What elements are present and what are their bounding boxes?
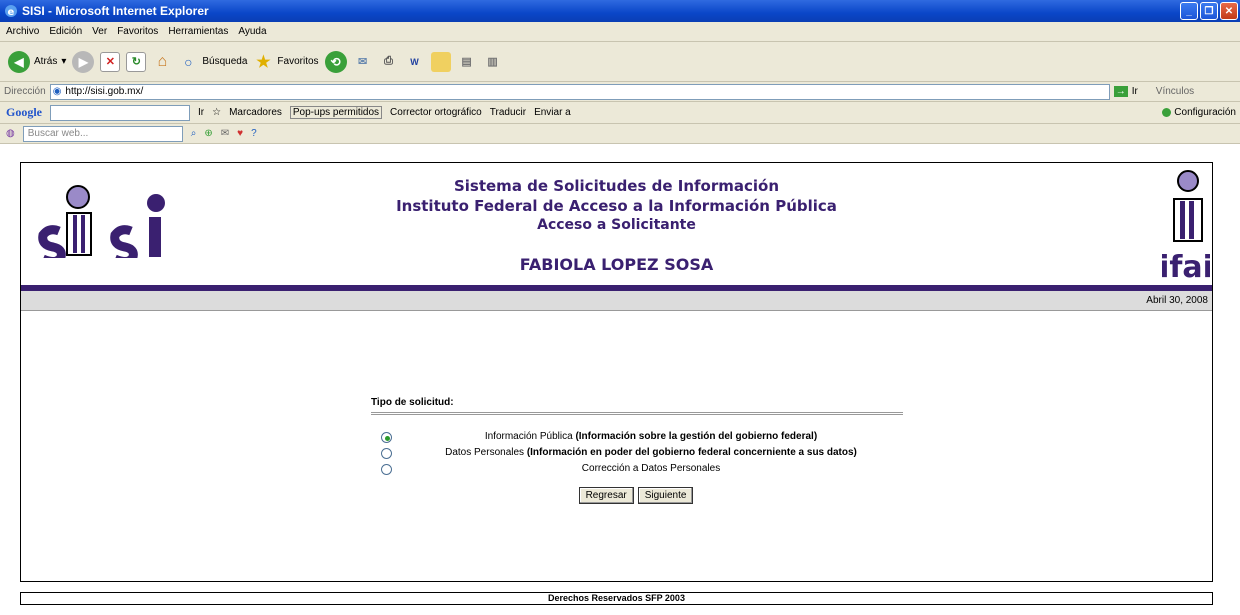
home-icon[interactable]: ⌂ <box>152 52 172 72</box>
radio-public-info[interactable] <box>381 432 392 443</box>
go-button[interactable]: Ir <box>1132 86 1138 97</box>
status-dot-icon <box>1162 108 1172 117</box>
search-toolbar: ◍ Buscar web... ⌕ ⊕ ✉ ♥ ? <box>0 124 1240 144</box>
option-text: Corrección a Datos Personales <box>581 463 721 474</box>
radio-personal-data[interactable] <box>381 448 392 459</box>
toolbar-logo-icon: ◍ <box>6 128 15 139</box>
option-detail: (Información sobre la gestión del gobier… <box>575 431 818 442</box>
go-arrow-icon[interactable]: → <box>1113 86 1128 97</box>
google-toolbar: Google Ir ☆ Marcadores Pop-ups permitido… <box>0 102 1240 124</box>
ifai-logo-text: ifai <box>1162 250 1210 281</box>
back-form-button[interactable]: Regresar <box>578 487 634 504</box>
menu-ver[interactable]: Ver <box>92 26 107 37</box>
send-button[interactable]: Enviar a <box>534 107 571 118</box>
translate-button[interactable]: Traducir <box>490 107 526 118</box>
form-title: Tipo de solicitud: <box>371 397 454 408</box>
option-label: Datos Personales (Información en poder d… <box>401 447 901 458</box>
option-personal-data[interactable]: Datos Personales (Información en poder d… <box>371 445 911 461</box>
config-label: Configuración <box>1174 107 1236 118</box>
maximize-button[interactable]: ❐ <box>1200 2 1218 20</box>
date-bar: Abril 30, 2008 <box>21 291 1212 311</box>
address-url: http://sisi.gob.mx/ <box>65 86 144 97</box>
back-arrow-icon: ◀ <box>8 50 30 73</box>
minimize-button[interactable]: _ <box>1180 2 1198 20</box>
spellcheck-button[interactable]: Corrector ortográfico <box>390 107 482 118</box>
header-title-1: Sistema de Solicitudes de Información <box>453 177 780 195</box>
request-type-form: Tipo de solicitud: Información Pública (… <box>371 397 911 504</box>
history-icon[interactable]: ⟲ <box>324 50 347 73</box>
google-search-input[interactable] <box>50 104 190 121</box>
research-icon[interactable]: ▥ <box>483 52 503 72</box>
star-icon: ★ <box>256 53 271 71</box>
main-frame: sisi Sistema de Solicitudes de Informaci… <box>20 162 1213 582</box>
window-titlebar: e SISI - Microsoft Internet Explorer _ ❐… <box>0 0 1240 22</box>
menu-bar: Archivo Edición Ver Favoritos Herramient… <box>0 22 1240 42</box>
mail-toolbar-icon[interactable]: ✉ <box>221 128 229 139</box>
back-button[interactable]: ◀ Atrás ▾ <box>8 50 66 73</box>
links-button[interactable]: Vínculos <box>1156 86 1194 97</box>
standard-toolbar: ◀ Atrás ▾ ▶ ✕ ↻ ⌂ ○ Búsqueda ★ Favoritos… <box>0 42 1240 82</box>
ie-icon: e <box>5 5 17 18</box>
window-title: SISI - Microsoft Internet Explorer <box>22 4 209 18</box>
heart-icon[interactable]: ♥ <box>237 128 243 139</box>
search-label: Búsqueda <box>202 56 248 67</box>
menu-herramientas[interactable]: Herramientas <box>168 26 228 37</box>
next-button[interactable]: Siguiente <box>637 487 694 504</box>
search-button[interactable]: ○ Búsqueda <box>178 52 247 72</box>
page-icon: ◉ <box>52 86 62 97</box>
mail-icon[interactable]: ✉ <box>353 52 373 72</box>
user-name: FABIOLA LOPEZ SOSA <box>519 255 714 274</box>
site-header: sisi Sistema de Solicitudes de Informaci… <box>21 163 1212 285</box>
config-button[interactable]: Configuración <box>1162 107 1240 118</box>
option-data-correction[interactable]: Corrección a Datos Personales <box>371 461 911 477</box>
footer-text: Derechos Reservados SFP 2003 <box>548 593 685 603</box>
menu-ayuda[interactable]: Ayuda <box>238 26 266 37</box>
search-go-icon[interactable]: ⌕ <box>191 128 197 139</box>
answers-icon[interactable]: ? <box>251 128 257 139</box>
svg-text:e: e <box>8 7 15 18</box>
favorites-label: Favoritos <box>277 56 319 67</box>
option-detail: (Información en poder del gobierno feder… <box>526 447 857 458</box>
edit-icon[interactable]: W <box>405 52 425 72</box>
bookmarks-button[interactable]: Marcadores <box>229 107 282 118</box>
header-title-3: Acceso a Solicitante <box>537 217 696 233</box>
menu-archivo[interactable]: Archivo <box>6 26 39 37</box>
address-label: Dirección <box>4 86 46 97</box>
radio-data-correction[interactable] <box>381 464 392 475</box>
web-search-input[interactable]: Buscar web... <box>22 125 183 142</box>
bookmarks-icon: ☆ <box>212 107 222 118</box>
refresh-icon[interactable]: ↻ <box>126 51 147 72</box>
footer: Derechos Reservados SFP 2003 <box>20 592 1213 605</box>
favorites-button[interactable]: ★ Favoritos <box>253 52 318 72</box>
popups-button[interactable]: Pop-ups permitidos <box>289 106 383 119</box>
header-title-2: Instituto Federal de Acceso a la Informa… <box>396 197 837 215</box>
option-label: Corrección a Datos Personales <box>401 463 901 474</box>
menu-edicion[interactable]: Edición <box>49 26 82 37</box>
address-input[interactable]: ◉ http://sisi.gob.mx/ <box>49 83 1110 100</box>
option-text: Datos Personales <box>445 447 527 458</box>
option-public-info[interactable]: Información Pública (Información sobre l… <box>371 429 911 445</box>
option-label: Información Pública (Información sobre l… <box>401 431 901 442</box>
google-logo: Google <box>6 105 42 119</box>
print-icon[interactable]: ⎙ <box>379 52 399 72</box>
web-search-placeholder: Buscar web... <box>27 127 89 139</box>
folder-icon[interactable] <box>430 51 451 72</box>
plus-icon[interactable]: ⊕ <box>204 128 212 139</box>
page-content: sisi Sistema de Solicitudes de Informaci… <box>0 146 1240 615</box>
close-button[interactable]: ✕ <box>1220 2 1238 20</box>
google-go-button[interactable]: Ir <box>198 107 204 118</box>
media-icon[interactable]: ▤ <box>457 52 477 72</box>
menu-favoritos[interactable]: Favoritos <box>117 26 158 37</box>
search-icon: ○ <box>184 53 193 70</box>
forward-button[interactable]: ▶ <box>72 50 95 73</box>
address-bar: Dirección ◉ http://sisi.gob.mx/ → Ir Vín… <box>0 82 1240 102</box>
ifai-logo: ifai <box>1162 170 1210 281</box>
current-date: Abril 30, 2008 <box>1146 295 1208 306</box>
option-text: Información Pública <box>484 431 576 442</box>
back-label: Atrás <box>34 56 58 67</box>
stop-icon[interactable]: ✕ <box>100 51 121 72</box>
